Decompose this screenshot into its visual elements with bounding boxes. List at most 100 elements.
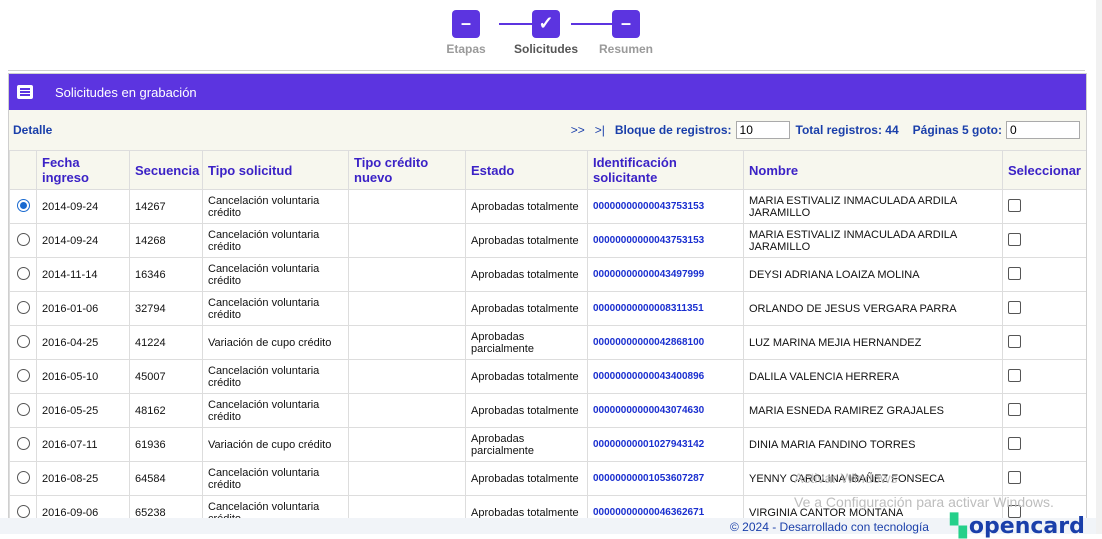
- col-secuencia[interactable]: Secuencia: [129, 150, 203, 190]
- table-row[interactable]: 2014-09-24 14268 Cancelación voluntaria cr…: [9, 223, 1086, 258]
- list-icon: [17, 85, 33, 99]
- cell-estado: Aprobadas parcialmente: [465, 325, 588, 360]
- cell-tipo-solicitud: Cancelación voluntaria crédito: [202, 393, 349, 428]
- row-radio[interactable]: [16, 402, 30, 416]
- next-page-button[interactable]: >>: [571, 123, 585, 137]
- cell-estado: Aprobadas totalmente: [465, 461, 588, 496]
- cell-nombre: DALILA VALENCIA HERRERA: [743, 359, 1003, 394]
- row-checkbox-cell: [1002, 325, 1086, 360]
- table-row[interactable]: 2016-07-11 61936 Variación de cupo crédito…: [9, 427, 1086, 462]
- table-row[interactable]: 2014-09-24 14267 Cancelación voluntaria cr…: [9, 189, 1086, 224]
- row-checkbox[interactable]: [1008, 266, 1021, 280]
- col-tipo-credito-nuevo[interactable]: Tipo crédito nuevo: [348, 150, 466, 190]
- row-radio[interactable]: [16, 470, 30, 484]
- row-checkbox[interactable]: [1008, 436, 1021, 450]
- table-row[interactable]: 2014-11-14 16346 Cancelación voluntaria cr…: [9, 257, 1086, 292]
- row-radio[interactable]: [16, 232, 30, 246]
- table-header-row: Fecha ingreso Secuencia Tipo solicitud T…: [9, 150, 1086, 190]
- table-row[interactable]: 2016-05-10 45007 Cancelación voluntaria cr…: [9, 359, 1086, 394]
- cell-identificacion[interactable]: 00000000000043753153: [587, 223, 744, 258]
- step-solicitudes-icon: ✓: [532, 10, 560, 38]
- cell-tipo-credito-nuevo: [348, 223, 466, 258]
- cell-secuencia: 14268: [129, 223, 203, 258]
- cell-fecha: 2016-05-10: [36, 359, 130, 394]
- cell-secuencia: 16346: [129, 257, 203, 292]
- row-checkbox[interactable]: [1008, 198, 1021, 212]
- step-resumen[interactable]: – Resumen: [581, 10, 671, 56]
- row-radio[interactable]: [16, 436, 30, 450]
- cell-tipo-credito-nuevo: [348, 257, 466, 292]
- table-row[interactable]: 2016-05-25 48162 Cancelación voluntaria cr…: [9, 393, 1086, 428]
- cell-identificacion[interactable]: 00000000000043074630: [587, 393, 744, 428]
- cell-secuencia: 41224: [129, 325, 203, 360]
- col-tipo-solicitud[interactable]: Tipo solicitud: [202, 150, 349, 190]
- cell-identificacion[interactable]: 00000000000043400896: [587, 359, 744, 394]
- bloque-input[interactable]: [735, 121, 790, 139]
- pagination-toolbar: Detalle >> >| Bloque de registros: Total…: [9, 110, 1086, 150]
- cell-identificacion[interactable]: 00000000000008311351: [587, 291, 744, 326]
- row-radio[interactable]: [16, 300, 30, 314]
- row-checkbox[interactable]: [1008, 334, 1021, 348]
- cell-tipo-credito-nuevo: [348, 461, 466, 496]
- row-radio[interactable]: [16, 334, 30, 348]
- table-row[interactable]: 2016-04-25 41224 Variación de cupo crédito…: [9, 325, 1086, 360]
- row-checkbox-cell: [1002, 461, 1086, 496]
- cell-identificacion[interactable]: 00000000000043497999: [587, 257, 744, 292]
- step-etapas[interactable]: – Etapas: [421, 10, 511, 56]
- row-checkbox[interactable]: [1008, 232, 1021, 246]
- row-radio[interactable]: [16, 504, 30, 518]
- cell-tipo-solicitud: Cancelación voluntaria crédito: [202, 291, 349, 326]
- cell-nombre: MARIA ESNEDA RAMIREZ GRAJALES: [743, 393, 1003, 428]
- cell-secuencia: 48162: [129, 393, 203, 428]
- cell-tipo-solicitud: Cancelación voluntaria crédito: [202, 223, 349, 258]
- row-checkbox[interactable]: [1008, 368, 1021, 382]
- table-row[interactable]: 2016-01-06 32794 Cancelación voluntaria cr…: [9, 291, 1086, 326]
- solicitudes-table: Fecha ingreso Secuencia Tipo solicitud T…: [9, 150, 1086, 524]
- total-registros: Total registros: 44: [795, 123, 899, 137]
- stepper: – Etapas ✓ Solicitudes – Resumen: [440, 10, 670, 60]
- row-radio-cell: [9, 461, 37, 496]
- table-row[interactable]: 2016-08-25 64584 Cancelación voluntaria cr…: [9, 461, 1086, 496]
- row-radio[interactable]: [16, 368, 30, 382]
- row-checkbox[interactable]: [1008, 300, 1021, 314]
- row-radio[interactable]: [16, 198, 30, 212]
- cell-identificacion[interactable]: 00000000001027943142: [587, 427, 744, 462]
- cell-estado: Aprobadas totalmente: [465, 291, 588, 326]
- page: – Etapas ✓ Solicitudes – Resumen Solicit…: [0, 0, 1096, 539]
- cell-identificacion[interactable]: 00000000001053607287: [587, 461, 744, 496]
- cell-identificacion[interactable]: 00000000000042868100: [587, 325, 744, 360]
- solicitudes-panel: Solicitudes en grabación Detalle >> >| B…: [8, 73, 1087, 525]
- cell-tipo-solicitud: Variación de cupo crédito: [202, 427, 349, 462]
- cell-secuencia: 14267: [129, 189, 203, 224]
- row-checkbox-cell: [1002, 359, 1086, 394]
- cell-secuencia: 32794: [129, 291, 203, 326]
- row-radio-cell: [9, 325, 37, 360]
- col-seleccionar[interactable]: Seleccionar: [1002, 150, 1086, 190]
- col-nombre[interactable]: Nombre: [743, 150, 1003, 190]
- cell-estado: Aprobadas totalmente: [465, 223, 588, 258]
- cell-estado: Aprobadas totalmente: [465, 257, 588, 292]
- cell-tipo-credito-nuevo: [348, 359, 466, 394]
- opencard-logo-text: opencard: [968, 514, 1085, 539]
- cell-estado: Aprobadas totalmente: [465, 189, 588, 224]
- cell-nombre: MARIA ESTIVALIZ INMACULADA ARDILA JARAMI…: [743, 223, 1003, 258]
- detalle-link[interactable]: Detalle: [13, 123, 571, 137]
- cell-identificacion[interactable]: 00000000000043753153: [587, 189, 744, 224]
- cell-tipo-solicitud: Cancelación voluntaria crédito: [202, 189, 349, 224]
- cell-nombre: DINIA MARIA FANDINO TORRES: [743, 427, 1003, 462]
- col-estado[interactable]: Estado: [465, 150, 588, 190]
- goto-input[interactable]: [1006, 121, 1080, 139]
- row-checkbox[interactable]: [1008, 470, 1021, 484]
- scrollbar[interactable]: [1096, 0, 1102, 534]
- step-etapas-icon: –: [452, 10, 480, 38]
- col-identificacion[interactable]: Identificación solicitante: [587, 150, 744, 190]
- last-page-button[interactable]: >|: [595, 123, 605, 137]
- bloque-label: Bloque de registros:: [614, 123, 732, 137]
- row-radio[interactable]: [16, 266, 30, 280]
- cell-tipo-credito-nuevo: [348, 291, 466, 326]
- step-solicitudes[interactable]: ✓ Solicitudes: [501, 10, 591, 56]
- row-checkbox[interactable]: [1008, 402, 1021, 416]
- cell-secuencia: 61936: [129, 427, 203, 462]
- col-fecha[interactable]: Fecha ingreso: [36, 150, 130, 190]
- panel-title: Solicitudes en grabación: [55, 84, 197, 100]
